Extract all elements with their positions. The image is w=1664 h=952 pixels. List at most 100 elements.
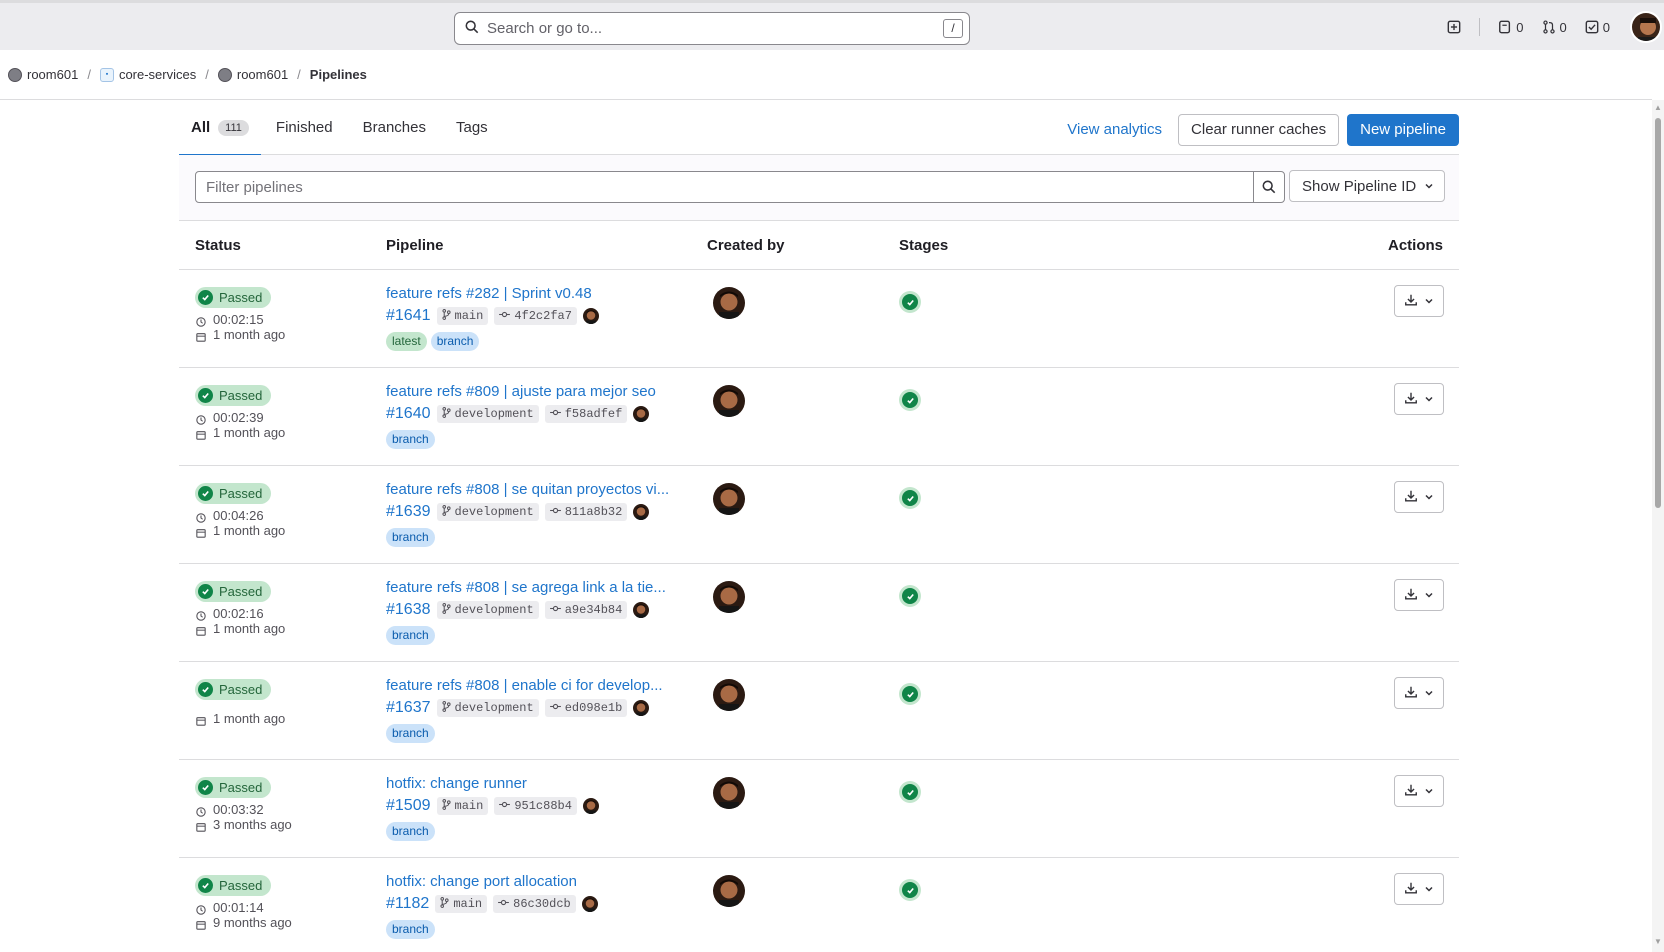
download-artifacts-button[interactable]: [1394, 775, 1444, 807]
commit-sha[interactable]: ed098e1b: [544, 699, 628, 717]
todos-button[interactable]: 0: [1585, 20, 1610, 35]
commit-author-avatar[interactable]: [633, 504, 650, 520]
commit-sha[interactable]: a9e34b84: [544, 601, 628, 619]
download-artifacts-button[interactable]: [1394, 873, 1444, 905]
new-pipeline-button[interactable]: New pipeline: [1347, 114, 1459, 146]
pipeline-id-link[interactable]: #1637: [386, 699, 431, 717]
branch-ref[interactable]: main: [436, 307, 489, 325]
created-by-avatar[interactable]: [713, 483, 745, 515]
commit-author-avatar[interactable]: [633, 700, 650, 716]
scroll-down-arrow-icon[interactable]: ▼: [1654, 938, 1662, 946]
download-icon: [1404, 489, 1418, 506]
create-new-button[interactable]: [1447, 20, 1461, 34]
filter-search-button[interactable]: [1253, 172, 1284, 202]
status-badge[interactable]: Passed: [195, 483, 272, 504]
pipeline-title-link[interactable]: hotfix: change runner: [386, 775, 527, 792]
branch-ref[interactable]: main: [436, 797, 489, 815]
breadcrumb-group[interactable]: room601: [8, 67, 78, 82]
breadcrumb-project[interactable]: room601: [217, 67, 288, 82]
download-artifacts-button[interactable]: [1394, 383, 1444, 415]
pipeline-title-link[interactable]: feature refs #808 | enable ci for develo…: [386, 677, 663, 694]
view-analytics-link[interactable]: View analytics: [1059, 114, 1170, 146]
commit-sha[interactable]: 86c30dcb: [493, 895, 576, 913]
pipeline-id-link[interactable]: #1638: [386, 601, 431, 619]
page-scrollbar[interactable]: ▲ ▼: [1652, 100, 1664, 952]
check-circle-icon: [198, 780, 213, 795]
commit-author-avatar[interactable]: [633, 602, 650, 618]
stage-passed-icon[interactable]: [899, 879, 921, 901]
created-by-avatar[interactable]: [713, 287, 745, 319]
pipeline-id-link[interactable]: #1640: [386, 405, 431, 423]
tab-tags[interactable]: Tags: [441, 100, 503, 155]
created-by-avatar[interactable]: [713, 679, 745, 711]
stage-passed-icon[interactable]: [899, 291, 921, 313]
branch-ref[interactable]: main: [435, 895, 488, 913]
user-avatar[interactable]: [1630, 11, 1662, 43]
show-pipeline-id-dropdown[interactable]: Show Pipeline ID: [1289, 170, 1445, 202]
tab-all-count: 111: [218, 119, 249, 136]
status-badge[interactable]: Passed: [195, 385, 272, 406]
scroll-up-arrow-icon[interactable]: ▲: [1654, 104, 1662, 112]
filter-pipelines-input[interactable]: Filter pipelines: [195, 171, 1285, 203]
duration: 00:04:26: [196, 508, 264, 523]
scroll-thumb[interactable]: [1655, 118, 1661, 508]
pipeline-title-link[interactable]: hotfix: change port allocation: [386, 873, 577, 890]
table-row: Passed 00:02:39 1 month ago feature refs #8…: [179, 368, 1459, 466]
commit-sha[interactable]: 4f2c2fa7: [494, 307, 577, 325]
clear-runner-caches-button[interactable]: Clear runner caches: [1178, 114, 1340, 146]
stage-passed-icon[interactable]: [899, 781, 921, 803]
pipeline-id-link[interactable]: #1509: [386, 797, 431, 815]
breadcrumb-subgroup[interactable]: ▪ core-services: [99, 67, 196, 82]
pipeline-title-link[interactable]: feature refs #808 | se agrega link a la …: [386, 579, 666, 596]
commit-author-avatar[interactable]: [581, 896, 598, 912]
created-by-avatar[interactable]: [713, 777, 745, 809]
branch-ref[interactable]: development: [436, 601, 539, 619]
chevron-down-icon: [1424, 391, 1434, 407]
commit-author-avatar[interactable]: [633, 406, 650, 422]
tab-finished[interactable]: Finished: [261, 100, 348, 155]
pipeline-id-link[interactable]: #1182: [386, 895, 429, 913]
branch-ref[interactable]: development: [436, 405, 539, 423]
download-artifacts-button[interactable]: [1394, 481, 1444, 513]
pipeline-title-link[interactable]: feature refs #808 | se quitan proyectos …: [386, 481, 669, 498]
download-artifacts-button[interactable]: [1394, 579, 1444, 611]
commit-author-avatar[interactable]: [582, 798, 599, 814]
status-badge[interactable]: Passed: [195, 581, 272, 602]
branch-tag: branch: [386, 920, 435, 939]
global-search[interactable]: Search or go to... /: [454, 12, 970, 45]
issues-button[interactable]: 0: [1498, 20, 1524, 35]
download-icon: [1404, 881, 1418, 898]
commit-sha[interactable]: 811a8b32: [544, 503, 628, 521]
calendar-icon: [196, 714, 206, 726]
tab-all[interactable]: All 111: [179, 100, 261, 156]
table-header: Status Pipeline Created by Stages Action…: [179, 221, 1459, 270]
check-circle-icon: [198, 584, 213, 599]
download-artifacts-button[interactable]: [1394, 677, 1444, 709]
commit-sha[interactable]: 951c88b4: [494, 797, 577, 815]
pipeline-title-link[interactable]: feature refs #809 | ajuste para mejor se…: [386, 383, 656, 400]
status-badge[interactable]: Passed: [195, 875, 272, 896]
stage-passed-icon[interactable]: [899, 487, 921, 509]
stage-passed-icon[interactable]: [899, 683, 921, 705]
branch-ref[interactable]: development: [436, 699, 539, 717]
pipeline-id-link[interactable]: #1639: [386, 503, 431, 521]
created-by-avatar[interactable]: [713, 385, 745, 417]
breadcrumb-current[interactable]: Pipelines: [310, 67, 367, 82]
search-placeholder: Search or go to...: [487, 20, 603, 37]
branch-ref[interactable]: development: [436, 503, 539, 521]
status-badge[interactable]: Passed: [195, 777, 272, 798]
stage-passed-icon[interactable]: [899, 389, 921, 411]
stage-passed-icon[interactable]: [899, 585, 921, 607]
pipeline-title-link[interactable]: feature refs #282 | Sprint v0.48: [386, 285, 592, 302]
created-by-avatar[interactable]: [713, 875, 745, 907]
commit-icon: [549, 505, 561, 519]
merge-requests-button[interactable]: 0: [1542, 20, 1567, 35]
commit-author-avatar[interactable]: [582, 308, 599, 324]
tab-branches[interactable]: Branches: [348, 100, 441, 155]
status-badge[interactable]: Passed: [195, 679, 272, 700]
status-badge[interactable]: Passed: [195, 287, 272, 308]
created-by-avatar[interactable]: [713, 581, 745, 613]
pipeline-id-link[interactable]: #1641: [386, 307, 431, 325]
commit-sha[interactable]: f58adfef: [544, 405, 628, 423]
download-artifacts-button[interactable]: [1394, 285, 1444, 317]
